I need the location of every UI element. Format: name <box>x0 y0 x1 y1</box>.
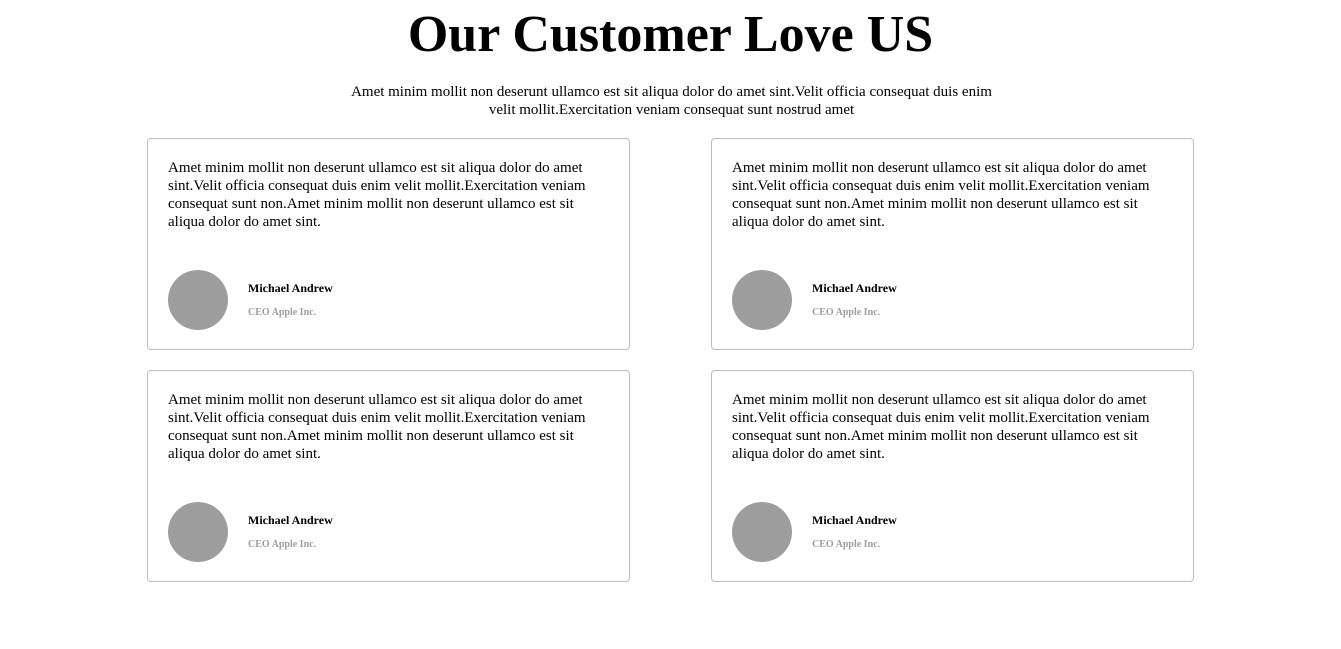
testimonial-quote: Amet minim mollit non deserunt ullamco e… <box>732 160 1150 230</box>
testimonial-card: Amet minim mollit non deserunt ullamco e… <box>711 370 1194 582</box>
testimonial-quote: Amet minim mollit non deserunt ullamco e… <box>732 392 1150 462</box>
author-name: Michael Andrew <box>812 281 897 295</box>
avatar <box>732 502 792 562</box>
avatar <box>168 502 228 562</box>
author-role: CEO Apple Inc. <box>248 307 317 318</box>
avatar <box>732 270 792 330</box>
testimonial-card: Amet minim mollit non deserunt ullamco e… <box>711 138 1194 350</box>
testimonial-card: Amet minim mollit non deserunt ullamco e… <box>147 138 630 350</box>
author-role: CEO Apple Inc. <box>812 539 881 550</box>
author-role: CEO Apple Inc. <box>248 539 317 550</box>
page-title: Our Customer Love US <box>407 6 934 63</box>
testimonial-card: Amet minim mollit non deserunt ullamco e… <box>147 370 630 582</box>
avatar <box>168 270 228 330</box>
page-subtitle: Amet minim mollit non deserunt ullamco e… <box>351 84 992 118</box>
author-role: CEO Apple Inc. <box>812 307 881 318</box>
author-name: Michael Andrew <box>812 513 897 527</box>
testimonial-quote: Amet minim mollit non deserunt ullamco e… <box>168 392 586 462</box>
testimonial-quote: Amet minim mollit non deserunt ullamco e… <box>168 160 586 230</box>
author-name: Michael Andrew <box>248 513 333 527</box>
author-name: Michael Andrew <box>248 281 333 295</box>
